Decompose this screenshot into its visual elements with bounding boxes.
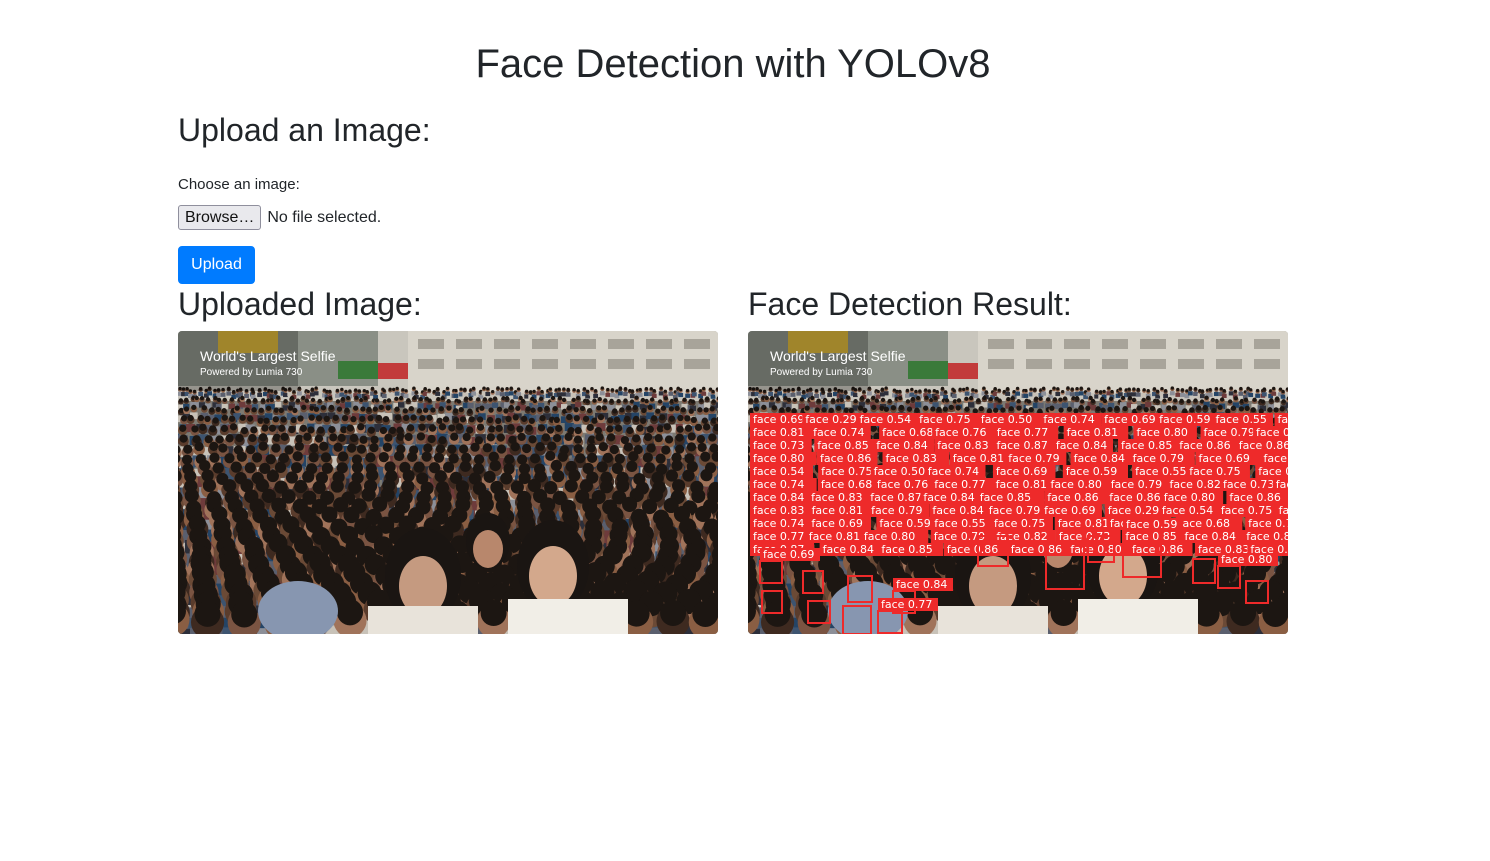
detection-label: face 0.77 [993, 426, 1059, 439]
detection-label: face 0.50 [977, 413, 1043, 426]
choose-image-label: Choose an image: [178, 176, 300, 193]
detection-label: face 0.75 [1186, 465, 1250, 478]
detection-label: face 0.84 [1052, 439, 1114, 452]
detection-label: face 0.74 [1040, 413, 1102, 426]
detection-label: face 0.79 [1005, 452, 1067, 465]
detection-label: face 0.81 [949, 452, 1015, 465]
detection-label: face 0.54 [750, 465, 814, 478]
detection-label: face 0.81 [1255, 465, 1288, 478]
detection-label: face 0.29 [1104, 504, 1168, 517]
detection-label: face 0.83 [934, 439, 1003, 452]
detection-label: face 0.75 [1274, 413, 1288, 426]
detection-label: face 0.59 [1062, 465, 1128, 478]
detection-label: face 0.84 [1070, 452, 1134, 465]
detection-label: face 0.69 [808, 517, 871, 530]
detection-label: face 0.84 [819, 543, 884, 556]
uploaded-image-heading: Uploaded Image: [178, 286, 422, 322]
watermark-subtitle: Powered by Lumia 730 [200, 367, 303, 378]
detection-label: face 0.54 [1158, 504, 1227, 517]
detection-label: face 0.75 [916, 413, 980, 426]
detection-label: face 0.86 [1235, 439, 1288, 452]
detection-result-heading: Face Detection Result: [748, 286, 1072, 322]
detection-label: face 0.69 [1041, 504, 1102, 517]
detection-label: face 0.73 [750, 439, 812, 452]
browse-button[interactable]: Browse… [178, 205, 262, 230]
detection-label: face 0.76 [932, 426, 995, 439]
detection-label: face 0.75 [1217, 504, 1284, 517]
detection-label: face 0.77 [931, 478, 996, 491]
detection-label: face 0.76 [1245, 517, 1288, 530]
detection-label: face 0.84 [929, 504, 993, 517]
detection-label: face 0.59 [876, 517, 938, 530]
file-input[interactable]: Browse… No file selected. [178, 205, 381, 230]
detection-label: face 0.80 [1047, 478, 1115, 491]
watermark-title: World's Largest Selfie [200, 348, 336, 364]
detection-label: face 0.69 [1195, 452, 1264, 465]
detection-label: face 0.85 [878, 543, 944, 556]
detection-label: face 0.85 [976, 491, 1045, 504]
detection-label: face 0.74 [750, 478, 817, 491]
detection-label: face 0.81 [805, 530, 870, 543]
detection-label: face 0.84 [920, 491, 984, 504]
file-status-text: No file selected. [267, 208, 382, 226]
watermark-title: World's Largest Selfie [770, 348, 906, 364]
page-title: Face Detection with YOLOv8 [475, 42, 991, 86]
detection-label: face 0.87 [993, 439, 1061, 452]
detection-label: face 0.54 [856, 413, 925, 426]
detection-label: face 0.84 [873, 439, 935, 452]
detection-label: face 0.69 [992, 465, 1056, 478]
detection-label: face 0.86 [943, 543, 1009, 556]
uploaded-image: World's Largest Selfie Powered by Lumia … [178, 331, 718, 634]
crowd-photo-result: face 0.69 face 0.29 face 0.54 face 0.75 face… [748, 331, 1288, 634]
detection-label: face 0.85 [1272, 478, 1288, 491]
detection-label: face 0.55 [931, 517, 999, 530]
detection-result-image: face 0.69 face 0.29 face 0.54 face 0.75 face… [748, 331, 1288, 634]
detection-label: face 0.83 [882, 452, 950, 465]
detection-label: face 0.80 [1133, 426, 1197, 439]
crowd-photo-uploaded: World's Largest Selfie Powered by Lumia … [178, 331, 718, 634]
detection-label: face 0.83 [808, 491, 872, 504]
detection-label: face 0.76 [873, 478, 934, 491]
detection-label: face 0.86 [1106, 491, 1168, 504]
detection-label: face 0.86 [1044, 491, 1112, 504]
detection-label: face 0.68 [817, 478, 884, 491]
detection-label: face 0.83 [1243, 530, 1288, 543]
detection-label: face 0.84 [1181, 530, 1249, 543]
upload-section-heading: Upload an Image: [178, 112, 431, 148]
detection-label: face 0.74 [924, 465, 986, 478]
detection-label: face 0.55 [1132, 465, 1194, 478]
detection-label: face 0.85 [814, 439, 876, 452]
detection-label: face 0.74 [750, 517, 812, 530]
detection-label: face 0.69 [1101, 413, 1162, 426]
detection-label: face 0.74 [810, 426, 871, 439]
detection-label: face 0.80 [750, 452, 817, 465]
detection-label: face 0.81 [808, 504, 876, 517]
detection-label: face 0.29 [1260, 452, 1288, 465]
detection-label: face 0.59 [1156, 413, 1222, 426]
detection-label: face 0.55 [1212, 413, 1273, 426]
detection-label: face 0.75 [990, 517, 1053, 530]
watermark-subtitle: Powered by Lumia 730 [770, 367, 873, 378]
detection-label: face 0.81 [1063, 426, 1129, 439]
detection-label: face 0.79 [1107, 478, 1173, 491]
detection-label: face 0.82 [1253, 426, 1288, 439]
detection-label: face 0.86 [1176, 439, 1240, 452]
detection-label: face 0.79 [1129, 452, 1195, 465]
detection-label: face 0.68 [1175, 517, 1243, 530]
detection-label: face 0.79 [868, 504, 930, 517]
detection-label: face 0.86 [1226, 491, 1288, 504]
detection-label: face 0.86 [816, 452, 878, 465]
detection-label: face 0.80 [1160, 491, 1224, 504]
detection-label: face 0.80 [860, 530, 929, 543]
detection-label: face 0.81 [992, 478, 1056, 491]
detection-label: face 0.84 [750, 491, 814, 504]
detection-label: face 0.50 [1275, 504, 1288, 517]
detection-label: face 0.86 [1007, 543, 1071, 556]
upload-button[interactable]: Upload [178, 246, 255, 284]
detection-label: face 0.83 [750, 504, 811, 517]
detection-label: face 0.85 [1118, 439, 1179, 452]
detection-label: face 0.81 [750, 426, 815, 439]
detection-label: face 0.77 [750, 530, 814, 543]
